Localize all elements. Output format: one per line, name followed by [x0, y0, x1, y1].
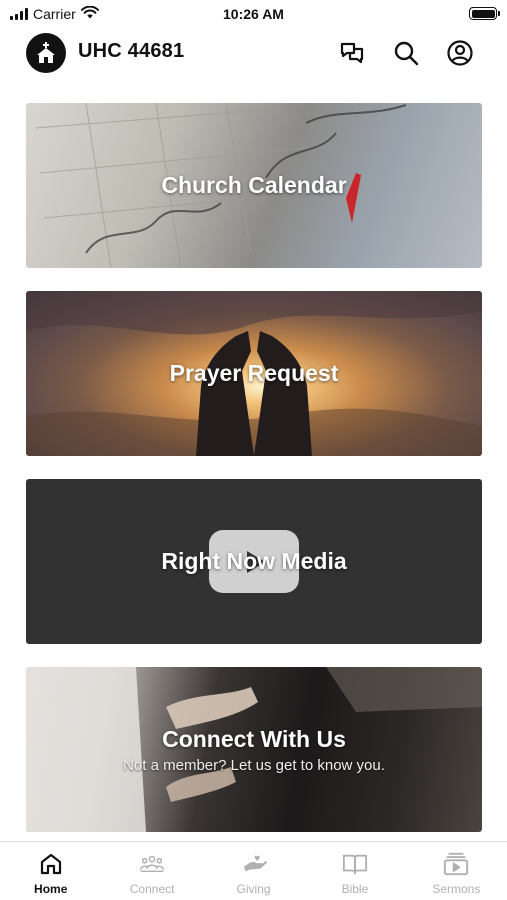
app-title: UHC 44681: [78, 40, 185, 62]
card-title: Connect With Us: [162, 725, 346, 752]
prayer-request-card[interactable]: Prayer Request: [26, 291, 482, 456]
tab-label: Home: [34, 882, 68, 896]
profile-icon[interactable]: [445, 38, 475, 68]
tab-label: Sermons: [432, 882, 481, 896]
church-icon[interactable]: [26, 33, 66, 73]
battery-icon: [469, 7, 500, 20]
app-header: UHC 44681: [0, 30, 507, 76]
home-icon: [38, 851, 64, 877]
card-title: Right Now Media: [161, 548, 347, 574]
tab-label: Giving: [236, 882, 271, 896]
tab-bible[interactable]: Bible: [304, 842, 405, 900]
chat-icon[interactable]: [337, 38, 367, 68]
people-icon: [139, 851, 165, 877]
connect-with-us-card[interactable]: Connect With Us Not a member? Let us get…: [26, 667, 482, 832]
video-icon: [443, 851, 469, 877]
tab-bar: Home Connect Giving Bible Sermons: [0, 841, 507, 900]
right-now-media-card[interactable]: Right Now Media: [26, 479, 482, 644]
church-calendar-card[interactable]: Church Calendar: [26, 103, 482, 268]
status-time: 10:26 AM: [223, 6, 284, 22]
status-bar: Carrier 10:26 AM: [0, 0, 507, 30]
tab-connect[interactable]: Connect: [101, 842, 202, 900]
book-icon: [342, 851, 368, 877]
tab-sermons[interactable]: Sermons: [406, 842, 507, 900]
card-title: Prayer Request: [169, 360, 339, 386]
tab-giving[interactable]: Giving: [203, 842, 304, 900]
card-subtitle: Not a member? Let us get to know you.: [123, 756, 385, 774]
card-title: Church Calendar: [161, 172, 347, 198]
tab-home[interactable]: Home: [0, 842, 101, 900]
search-icon[interactable]: [391, 38, 421, 68]
tab-label: Bible: [341, 882, 369, 896]
giving-hand-icon: [241, 851, 267, 877]
tab-label: Connect: [129, 882, 175, 896]
